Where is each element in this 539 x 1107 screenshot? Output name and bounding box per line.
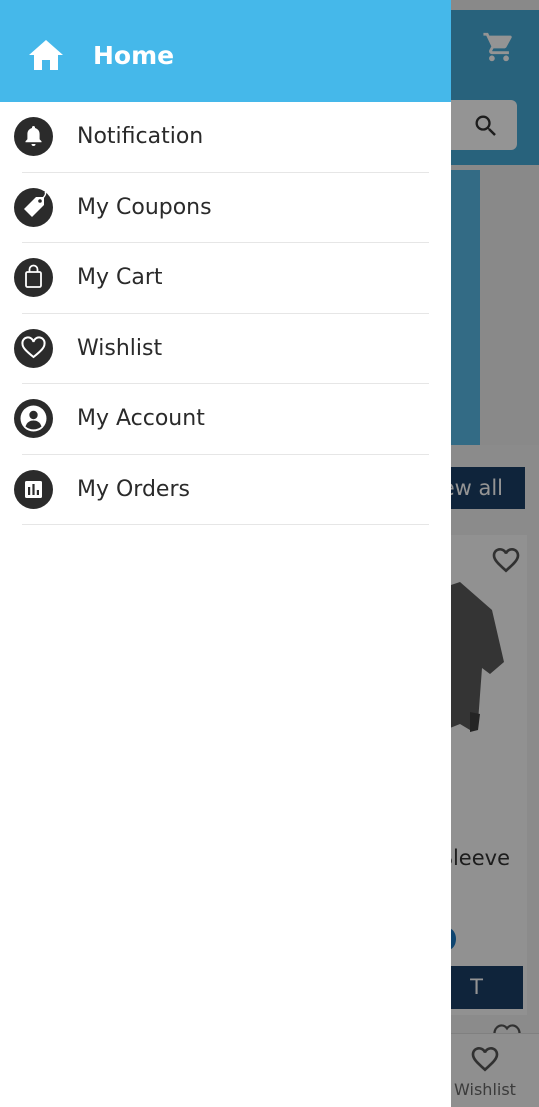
bar-chart-icon xyxy=(14,469,53,509)
tag-icon xyxy=(14,187,53,227)
navigation-drawer: Home Notification My Coupons My Cart Wis… xyxy=(0,0,451,1107)
account-circle-icon xyxy=(14,399,53,438)
menu-item-label: Notification xyxy=(77,124,204,149)
drawer-menu: Notification My Coupons My Cart Wishlist… xyxy=(0,102,451,525)
home-icon xyxy=(29,40,63,70)
menu-item-my-cart[interactable]: My Cart xyxy=(0,243,451,314)
menu-item-label: My Cart xyxy=(77,265,163,290)
menu-item-my-coupons[interactable]: My Coupons xyxy=(0,173,451,243)
drawer-header-home[interactable]: Home xyxy=(0,0,451,102)
menu-item-wishlist[interactable]: Wishlist xyxy=(0,314,451,384)
bell-icon xyxy=(14,117,53,156)
menu-item-label: Wishlist xyxy=(77,335,163,361)
menu-item-label: My Account xyxy=(77,406,205,431)
menu-item-my-account[interactable]: My Account xyxy=(0,384,451,455)
home-label: Home xyxy=(93,41,175,70)
menu-item-notification[interactable]: Notification xyxy=(0,102,451,173)
shopping-bag-icon xyxy=(14,258,53,297)
menu-divider xyxy=(22,524,429,525)
menu-item-label: My Coupons xyxy=(77,194,212,220)
menu-item-label: My Orders xyxy=(77,476,190,502)
menu-item-my-orders[interactable]: My Orders xyxy=(0,455,451,525)
heart-icon xyxy=(14,328,53,368)
